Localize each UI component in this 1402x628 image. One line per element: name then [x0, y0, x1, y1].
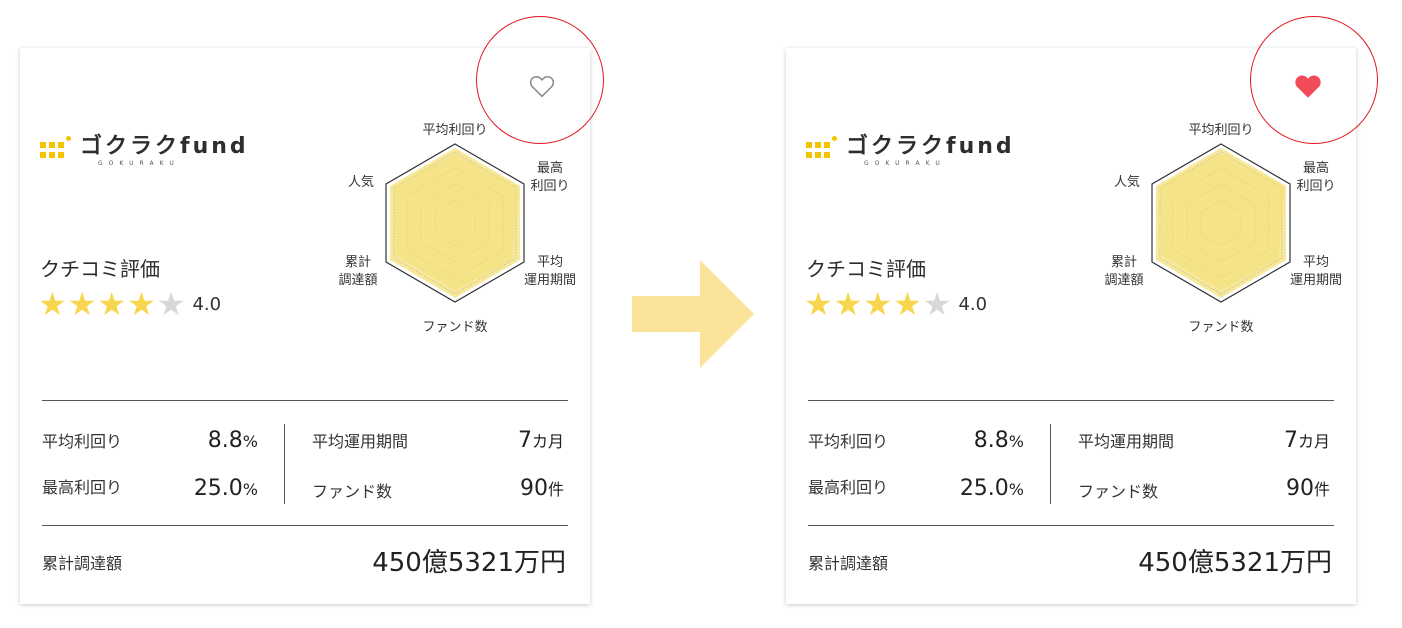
company-logo: ゴクラクfund GOKURAKU [806, 134, 1015, 167]
radar-label-lower-right-2: 運用期間 [1290, 273, 1342, 288]
divider-top [42, 400, 568, 401]
radar-grid [1151, 143, 1291, 303]
company-logo: ゴクラクfund GOKURAKU [40, 134, 249, 167]
avg-period-label: 平均運用期間 [312, 432, 409, 451]
radar-label-upper-right-1: 最高 [1303, 160, 1329, 176]
logo-text: ゴクラクfund [80, 134, 249, 159]
radar-label-lower-right-1: 平均 [1303, 255, 1329, 270]
rating-value: 4.0 [192, 293, 222, 315]
radar-label-upper-right-2: 利回り [530, 179, 569, 194]
logo-subtext: GOKURAKU [98, 160, 180, 167]
fund-count-label: ファンド数 [1078, 482, 1159, 501]
arrow-right-icon [632, 260, 754, 368]
radar-label-top: 平均利回り [1188, 123, 1253, 138]
total-raised-label: 累計調達額 [808, 554, 889, 573]
star-icon: ★ [127, 285, 156, 323]
divider-top [808, 400, 1334, 401]
highlight-circle-before [476, 16, 604, 144]
max-yield-value: 25.0% [959, 476, 1024, 501]
avg-yield-label: 平均利回り [42, 432, 123, 451]
star-icon: ★ [863, 285, 893, 323]
radar-label-top: 平均利回り [422, 123, 487, 138]
radar-label-upper-left: 人気 [1114, 174, 1140, 190]
radar-label-lower-left-2: 調達額 [1104, 273, 1143, 288]
avg-yield-value: 8.8% [207, 428, 258, 453]
radar-label-lower-left-2: 調達額 [338, 273, 377, 288]
radar-label-lower-left-1: 累計 [345, 254, 371, 270]
star-rating: ★ ★ ★ ★ ★ 4.0 [38, 288, 221, 320]
logo-mark-icon [40, 135, 72, 166]
review-label: クチコミ評価 [806, 257, 926, 281]
radar-label-lower-right-2: 運用期間 [524, 273, 576, 288]
fund-count-value: 90件 [519, 476, 564, 501]
radar-label-upper-right-2: 利回り [1296, 179, 1335, 194]
star-icon: ★ [922, 285, 952, 323]
divider-vertical [284, 424, 285, 504]
radar-label-lower-left-1: 累計 [1111, 254, 1137, 270]
star-icon: ★ [156, 285, 186, 323]
rating-value: 4.0 [958, 293, 988, 315]
radar-label-bottom: ファンド数 [1188, 320, 1253, 335]
radar-chart: 平均利回り 最高 利回り 平均 運用期間 ファンド数 累計 調達額 人気 [1104, 123, 1342, 335]
avg-yield-label: 平均利回り [808, 432, 889, 451]
radar-grid [385, 143, 525, 303]
radar-chart: 平均利回り 最高 利回り 平均 運用期間 ファンド数 累計 調達額 人気 [338, 123, 576, 335]
logo-text: ゴクラクfund [846, 134, 1015, 159]
fund-count-value: 90件 [1285, 476, 1330, 501]
total-raised-value: 450億5321万円 [372, 548, 566, 578]
highlight-circle-after [1250, 16, 1378, 144]
star-icon: ★ [97, 285, 127, 323]
avg-period-value: 7カ月 [1283, 428, 1330, 453]
radar-label-upper-left: 人気 [348, 174, 374, 190]
radar-label-bottom: ファンド数 [422, 320, 487, 335]
fund-card-after[interactable]: ゴクラクfund GOKURAKU クチコミ評価 ★ ★ ★ ★ ★ 4.0 平… [786, 48, 1356, 604]
total-raised-label: 累計調達額 [42, 554, 123, 573]
total-raised-value: 450億5321万円 [1138, 548, 1332, 578]
max-yield-label: 最高利回り [808, 478, 889, 497]
star-icon: ★ [38, 285, 67, 323]
avg-period-label: 平均運用期間 [1078, 432, 1175, 451]
fund-count-label: ファンド数 [312, 482, 393, 501]
star-icon: ★ [833, 285, 863, 323]
radar-label-lower-right-1: 平均 [537, 255, 563, 270]
logo-subtext: GOKURAKU [864, 160, 946, 167]
star-icon: ★ [893, 285, 922, 323]
avg-period-value: 7カ月 [517, 428, 564, 453]
max-yield-value: 25.0% [193, 476, 258, 501]
star-icon: ★ [67, 285, 97, 323]
avg-yield-value: 8.8% [973, 428, 1024, 453]
divider-vertical [1050, 424, 1051, 504]
divider-bottom [42, 525, 568, 526]
divider-bottom [808, 525, 1334, 526]
logo-mark-icon [806, 135, 838, 166]
star-icon: ★ [804, 285, 833, 323]
star-rating: ★ ★ ★ ★ ★ 4.0 [804, 288, 987, 320]
radar-label-upper-right-1: 最高 [537, 160, 563, 176]
max-yield-label: 最高利回り [42, 478, 123, 497]
review-label: クチコミ評価 [40, 257, 160, 281]
